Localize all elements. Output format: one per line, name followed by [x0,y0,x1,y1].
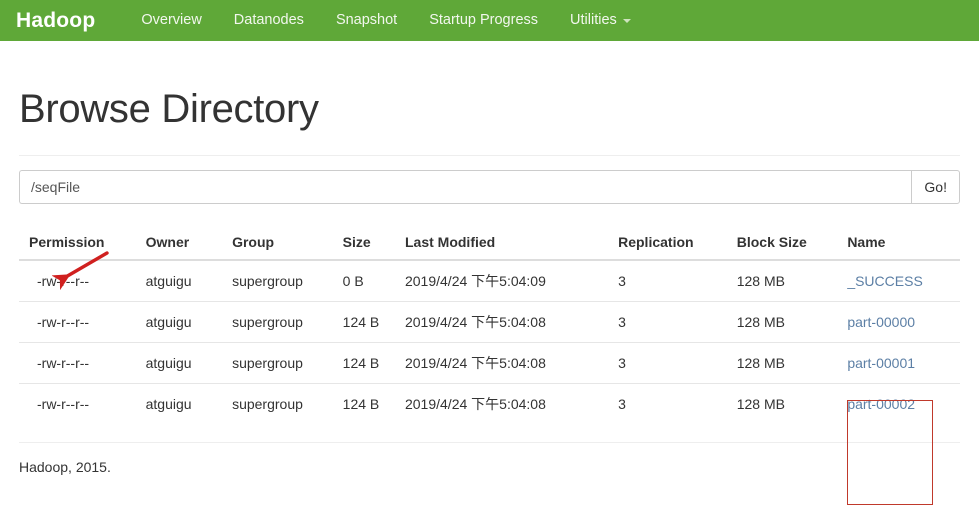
cell-last-modified: 2019/4/24 下午5:04:09 [404,273,546,289]
cell-replication: 3 [610,383,729,424]
table-head: Permission Owner Group Size Last Modifie… [19,226,960,261]
top-navbar: Hadoop Overview Datanodes Snapshot Start… [0,0,979,41]
cell-name: part-00001 [839,342,960,384]
cell-group: supergroup [224,383,335,424]
table-body: -rw-r--r-- atguigu supergroup 0 B 2019/4… [19,260,960,424]
cell-last-modified: 2019/4/24 下午5:04:08 [396,301,611,343]
column-header-name[interactable]: Name [839,226,960,261]
navbar-links: Overview Datanodes Snapshot Startup Prog… [125,0,646,41]
cell-permission: -rw-r--r-- [19,383,138,424]
file-link-part-00002[interactable]: part-00002 [847,396,915,412]
cell-block-size: 128 MB [736,273,785,289]
footer-text: Hadoop, 2015. [19,459,111,475]
cell-name: _SUCCESS [839,260,960,302]
path-input[interactable] [19,170,912,204]
cell-group: supergroup [224,342,335,384]
table-header-row: Permission Owner Group Size Last Modifie… [19,226,960,261]
nav-item-snapshot-label: Snapshot [335,12,398,28]
column-header-size[interactable]: Size [334,226,397,261]
cell-permission: -rw-r--r-- [19,301,138,343]
cell-group: supergroup [224,301,335,343]
cell-size: 124 B [334,301,397,343]
cell-permission: -rw-r--r-- [37,273,90,289]
nav-item-overview-label: Overview [141,12,202,28]
chevron-down-icon [622,18,631,23]
column-header-last-modified[interactable]: Last Modified [396,226,611,261]
page-title: Browse Directory [19,87,319,131]
column-header-permission[interactable]: Permission [19,226,138,261]
nav-item-datanodes[interactable]: Datanodes [218,0,320,41]
brand-logo[interactable]: Hadoop [16,0,95,41]
nav-item-startup-progress[interactable]: Startup Progress [413,0,554,41]
nav-item-snapshot[interactable]: Snapshot [320,0,413,41]
table-row: -rw-r--r-- atguigu supergroup 124 B 2019… [19,301,960,343]
cell-name: part-00000 [839,301,960,343]
cell-replication: 3 [610,342,729,384]
cell-size: 124 B [334,383,397,424]
column-header-group[interactable]: Group [224,226,335,261]
nav-item-datanodes-label: Datanodes [233,12,304,28]
main-container: Browse Directory Go! Permission Owner Gr… [0,87,979,505]
nav-item-utilities-label: Utilities [570,12,617,28]
column-header-owner[interactable]: Owner [137,226,225,261]
column-header-block-size[interactable]: Block Size [728,226,840,261]
cell-permission: -rw-r--r-- [19,342,138,384]
cell-owner: atguigu [145,273,192,289]
nav-item-overview[interactable]: Overview [125,0,217,41]
table-row: -rw-r--r-- atguigu supergroup 124 B 2019… [19,383,960,424]
cell-owner: atguigu [137,301,225,343]
nav-item-utilities[interactable]: Utilities [554,0,647,41]
cell-block-size: 128 MB [728,342,840,384]
file-link-success[interactable]: _SUCCESS [847,273,922,289]
cell-last-modified: 2019/4/24 下午5:04:08 [396,342,611,384]
cell-replication: 3 [610,301,729,343]
nav-item-startup-progress-label: Startup Progress [429,12,539,28]
cell-size: 0 B [342,273,364,289]
go-button[interactable]: Go! [911,170,960,204]
cell-block-size: 128 MB [728,383,840,424]
column-header-replication[interactable]: Replication [610,226,729,261]
file-link-part-00000[interactable]: part-00000 [847,314,915,330]
cell-replication: 3 [618,273,626,289]
cell-owner: atguigu [137,383,225,424]
cell-last-modified: 2019/4/24 下午5:04:08 [396,383,611,424]
cell-group: supergroup [232,273,303,289]
table-row: -rw-r--r-- atguigu supergroup 124 B 2019… [19,342,960,384]
directory-listing-table: Permission Owner Group Size Last Modifie… [19,226,960,424]
cell-block-size: 128 MB [728,301,840,343]
cell-owner: atguigu [137,342,225,384]
path-form: Go! [19,170,960,204]
cell-name: part-00002 [839,383,960,424]
title-divider [19,155,960,156]
cell-size: 124 B [334,342,397,384]
file-link-part-00001[interactable]: part-00001 [847,355,915,371]
table-row: -rw-r--r-- atguigu supergroup 0 B 2019/4… [19,260,960,302]
